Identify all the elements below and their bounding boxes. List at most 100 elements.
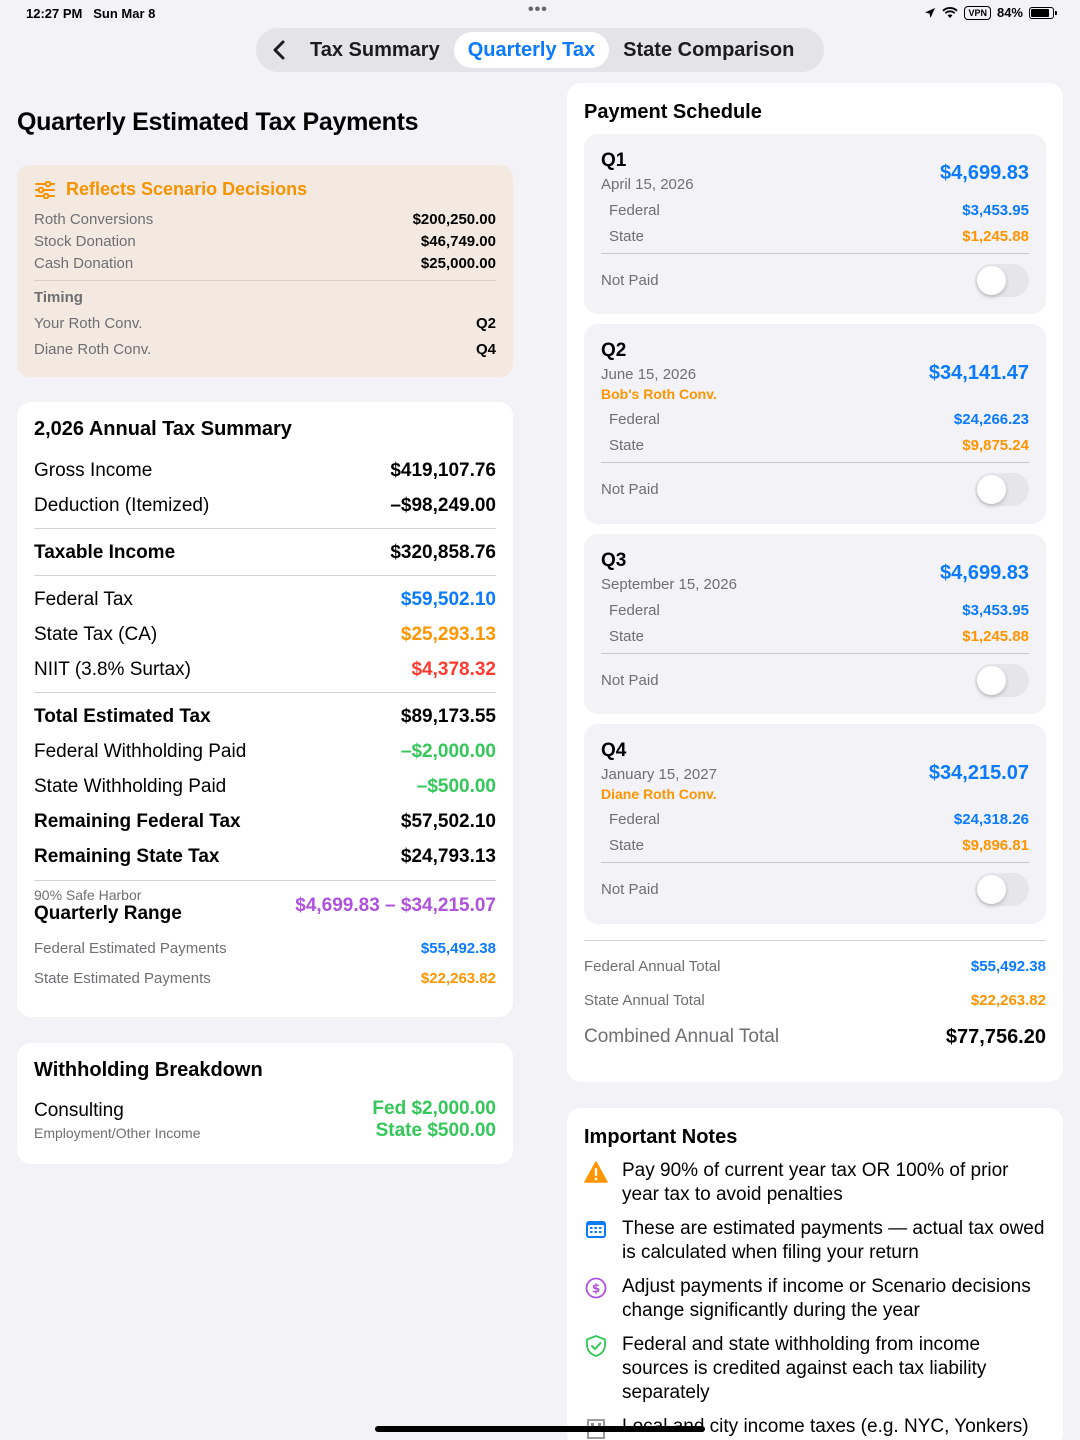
quarter-state-row: State $1,245.88 xyxy=(609,227,1029,245)
quarter-paid-row: Not Paid xyxy=(601,863,1029,915)
quarter-total: $4,699.83 xyxy=(940,562,1029,584)
status-indicators: VPN 84% xyxy=(924,5,1057,20)
schedule-title: Payment Schedule xyxy=(584,101,762,123)
status-bar: 12:27 PM Sun Mar 8 ••• VPN 84% xyxy=(0,0,1080,26)
dollar-circle-icon: $ xyxy=(585,1277,607,1299)
annual-tax-summary-card: 2,026 Annual Tax Summary Gross Income $41… xyxy=(17,402,513,1017)
tab-quarterly-tax[interactable]: Quarterly Tax xyxy=(453,32,610,68)
federal-withholding-row: Federal Withholding Paid –$2,000.00 xyxy=(34,740,496,762)
remaining-state-row: Remaining State Tax $24,793.13 xyxy=(34,845,496,867)
sliders-icon xyxy=(35,180,55,199)
niit-row: NIIT (3.8% Surtax) $4,378.32 xyxy=(34,658,496,680)
quarter-paid-row: Not Paid xyxy=(601,654,1029,706)
divider xyxy=(34,880,496,881)
withholding-row: Consulting Employment/Other Income Fed $… xyxy=(34,1098,496,1142)
summary-title: 2,026 Annual Tax Summary xyxy=(34,418,292,440)
withholding-fed: Fed $2,000.00 xyxy=(372,1098,496,1119)
location-icon xyxy=(925,7,936,18)
calendar-icon xyxy=(586,1221,606,1238)
scenario-row: Stock Donation $46,749.00 xyxy=(34,232,496,250)
quarter-paid-row: Not Paid xyxy=(601,254,1029,306)
scenario-row: Roth Conversions $200,250.00 xyxy=(34,210,496,228)
state-est-payments-row: State Estimated Payments $22,263.82 xyxy=(34,969,496,987)
battery-percent: 84% xyxy=(996,5,1023,20)
divider xyxy=(584,940,1046,941)
quarter-total: $4,699.83 xyxy=(940,162,1029,184)
quarter-label: Q4 xyxy=(601,740,627,761)
quarter-federal-row: Federal $24,266.23 xyxy=(609,410,1029,428)
quarter-card-q4: Q4 $34,215.07 January 15, 2027 Diane Rot… xyxy=(584,724,1046,924)
remaining-federal-row: Remaining Federal Tax $57,502.10 xyxy=(34,810,496,832)
withholding-title: Withholding Breakdown xyxy=(34,1059,263,1081)
quarter-federal-row: Federal $24,318.26 xyxy=(609,810,1029,828)
quarter-card-q1: Q1 $4,699.83 April 15, 2026 Federal $3,45… xyxy=(584,134,1046,314)
scenario-decisions-card: Reflects Scenario Decisions Roth Convers… xyxy=(17,165,513,377)
safe-harbor-label: Quarterly Range xyxy=(34,903,182,924)
quarter-label: Q2 xyxy=(601,340,627,361)
tab-tax-summary[interactable]: Tax Summary xyxy=(296,32,454,68)
quarter-card-q3: Q3 $4,699.83 September 15, 2026 Federal $… xyxy=(584,534,1046,714)
state-withholding-row: State Withholding Paid –$500.00 xyxy=(34,775,496,797)
tab-state-comparison[interactable]: State Comparison xyxy=(609,32,808,68)
quarter-note: Bob's Roth Conv. xyxy=(601,386,717,402)
home-indicator[interactable] xyxy=(375,1426,705,1432)
notes-title: Important Notes xyxy=(584,1126,738,1148)
safe-harbor-range: $4,699.83 – $34,215.07 xyxy=(295,895,496,916)
payment-schedule-card: Payment Schedule Q1 $4,699.83 April 15, … xyxy=(567,83,1063,1082)
taxable-income-row: Taxable Income $320,858.76 xyxy=(34,541,496,563)
page-title: Quarterly Estimated Tax Payments xyxy=(17,108,419,136)
deduction-row: Deduction (Itemized) –$98,249.00 xyxy=(34,494,496,516)
paid-toggle[interactable] xyxy=(975,263,1029,297)
gross-income-row: Gross Income $419,107.76 xyxy=(34,459,496,481)
quarter-state-row: State $9,896.81 xyxy=(609,836,1029,854)
warning-icon xyxy=(584,1161,608,1183)
withholding-source-sub: Employment/Other Income xyxy=(34,1124,201,1141)
note-item: Federal and state withholding from incom… xyxy=(584,1333,1046,1405)
quarter-state-row: State $1,245.88 xyxy=(609,627,1029,645)
timing-row: Your Roth Conv. Q2 xyxy=(34,314,496,332)
scenario-header: Reflects Scenario Decisions xyxy=(34,179,496,200)
federal-annual-total-row: Federal Annual Total $55,492.38 xyxy=(584,957,1046,975)
federal-tax-row: Federal Tax $59,502.10 xyxy=(34,588,496,610)
note-item: $ Adjust payments if income or Scenario … xyxy=(584,1275,1046,1323)
state-tax-row: State Tax (CA) $25,293.13 xyxy=(34,623,496,645)
quarter-paid-row: Not Paid xyxy=(601,463,1029,515)
battery-icon xyxy=(1029,6,1057,19)
safe-harbor-row: 90% Safe Harbor Quarterly Range $4,699.8… xyxy=(34,887,496,925)
shield-check-icon xyxy=(586,1335,606,1357)
federal-est-payments-row: Federal Estimated Payments $55,492.38 xyxy=(34,939,496,957)
note-item: Pay 90% of current year tax OR 100% of p… xyxy=(584,1159,1046,1207)
paid-toggle[interactable] xyxy=(975,472,1029,506)
multitask-dots[interactable]: ••• xyxy=(528,1,548,19)
quarter-card-q2: Q2 $34,141.47 June 15, 2026 Bob's Roth C… xyxy=(584,324,1046,524)
chevron-left-icon xyxy=(273,40,285,60)
important-notes-card: Important Notes Pay 90% of current year … xyxy=(567,1108,1063,1440)
total-estimated-tax-row: Total Estimated Tax $89,173.55 xyxy=(34,705,496,727)
scenario-title: Reflects Scenario Decisions xyxy=(66,179,308,199)
svg-text:$: $ xyxy=(592,1282,600,1296)
timing-row: Diane Roth Conv. Q4 xyxy=(34,340,496,358)
divider xyxy=(34,692,496,693)
timing-label: Timing xyxy=(34,289,83,306)
paid-toggle[interactable] xyxy=(975,872,1029,906)
divider xyxy=(34,575,496,576)
vpn-badge: VPN xyxy=(964,5,991,20)
quarter-federal-row: Federal $3,453.95 xyxy=(609,601,1029,619)
safe-harbor-caption: 90% Safe Harbor xyxy=(34,887,142,903)
divider xyxy=(34,528,496,529)
note-item: These are estimated payments — actual ta… xyxy=(584,1217,1046,1265)
quarter-total: $34,215.07 xyxy=(928,762,1029,784)
withholding-state: State $500.00 xyxy=(375,1120,496,1141)
paid-toggle[interactable] xyxy=(975,663,1029,697)
scenario-row: Cash Donation $25,000.00 xyxy=(34,254,496,272)
divider xyxy=(34,280,496,281)
quarter-federal-row: Federal $3,453.95 xyxy=(609,201,1029,219)
status-time: 12:27 PM Sun Mar 8 xyxy=(26,6,156,21)
wifi-icon xyxy=(942,6,959,18)
combined-annual-total-row: Combined Annual Total $77,756.20 xyxy=(584,1025,1046,1048)
quarter-note: Diane Roth Conv. xyxy=(601,786,717,802)
quarter-state-row: State $9,875.24 xyxy=(609,436,1029,454)
withholding-source: Consulting xyxy=(34,1099,124,1121)
withholding-breakdown-card: Withholding Breakdown Consulting Employm… xyxy=(17,1043,513,1164)
back-button[interactable] xyxy=(262,32,296,68)
